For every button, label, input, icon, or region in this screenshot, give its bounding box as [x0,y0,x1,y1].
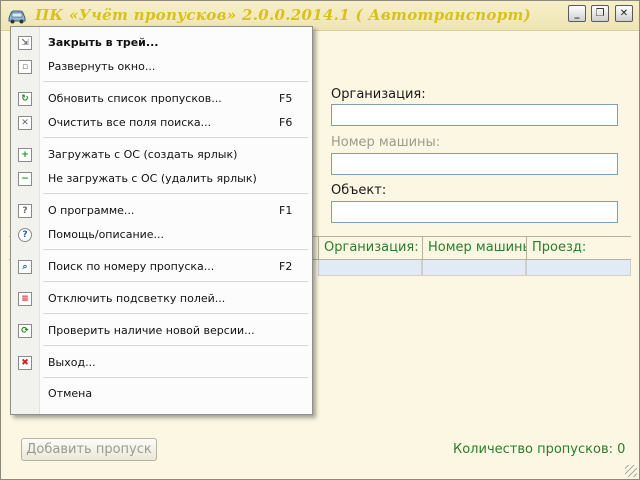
minimize-icon: _ [574,7,580,19]
menu-item-label: О программе... [48,204,135,217]
menu-item-help[interactable]: ? Помощь/описание... [11,224,312,246]
remove-autostart-icon: − [18,172,32,186]
menu-item-label: Помощь/описание... [48,228,165,241]
clear-icon: ✕ [18,116,32,130]
minimize-button[interactable]: _ [568,5,586,22]
organization-field[interactable] [331,104,618,126]
menu-separator [43,377,308,378]
menu-separator [43,193,308,194]
context-menu: ⇲ Закрыть в трей... ▫ Развернуть окно...… [10,26,313,415]
menu-item-label: Отключить подсветку полей... [48,292,226,305]
menu-item-about[interactable]: ? О программе... F1 [11,200,312,222]
menu-item-minimize-to-tray[interactable]: ⇲ Закрыть в трей... [11,32,312,54]
menu-item-disable-autostart[interactable]: − Не загружать с ОС (удалить ярлык) [11,168,312,190]
add-autostart-icon: + [18,148,32,162]
update-check-icon: ⟳ [18,324,32,338]
maximize-button[interactable]: ❐ [591,5,609,22]
column-header-organization[interactable]: Организация: [318,237,422,260]
menu-item-search-pass[interactable]: ⌕ Поиск по номеру пропуска... F2 [11,256,312,278]
pass-count-label: Количество пропусков: 0 [453,442,626,457]
refresh-icon: ↻ [18,92,32,106]
menu-item-shortcut: F6 [279,116,293,129]
organization-label: Организация: [331,87,426,102]
menu-separator [43,137,308,138]
menu-item-label: Выход... [48,356,96,369]
menu-item-enable-autostart[interactable]: + Загружать с ОС (создать ярлык) [11,144,312,166]
menu-item-label: Закрыть в трей... [48,36,159,49]
menu-item-refresh[interactable]: ↻ Обновить список пропусков... F5 [11,88,312,110]
menu-separator [43,281,308,282]
menu-separator [43,313,308,314]
search-icon: ⌕ [18,260,32,274]
menu-item-shortcut: F1 [279,204,293,217]
menu-item-label: Отмена [48,387,93,400]
minimize-to-tray-icon: ⇲ [18,36,32,50]
menu-item-label: Проверить наличие новой версии... [48,324,255,337]
table-cell[interactable] [526,260,631,276]
restore-window-icon: ▫ [18,60,32,74]
menu-item-cancel[interactable]: Отмена [11,383,312,405]
object-label: Объект: [331,183,387,198]
car-number-field[interactable] [331,153,618,175]
menu-item-label: Обновить список пропусков... [48,92,222,105]
menu-item-label: Не загружать с ОС (удалить ярлык) [48,172,257,185]
table-cell[interactable] [318,260,422,276]
menu-item-shortcut: F2 [279,260,293,273]
menu-separator [43,81,308,82]
about-icon: ? [18,204,32,218]
exit-icon: ✖ [18,356,32,370]
menu-item-label: Развернуть окно... [48,60,156,73]
column-header-passage[interactable]: Проезд: [526,237,631,260]
window-title: ПК «Учёт пропусков» 2.0.0.2014.1 ( Автот… [35,6,532,24]
menu-item-label: Загружать с ОС (создать ярлык) [48,148,238,161]
column-header-car-number[interactable]: Номер машины: [422,237,526,260]
menu-item-exit[interactable]: ✖ Выход... [11,352,312,374]
menu-item-disable-highlight[interactable]: ≡ Отключить подсветку полей... [11,288,312,310]
close-icon: ✕ [619,7,629,19]
object-field[interactable] [331,201,618,223]
resize-grip[interactable] [625,465,637,477]
menu-separator [43,345,308,346]
highlight-off-icon: ≡ [18,292,32,306]
car-app-icon[interactable] [7,7,27,25]
menu-separator [43,249,308,250]
menu-item-clear-fields[interactable]: ✕ Очистить все поля поиска... F6 [11,112,312,134]
help-icon: ? [18,228,32,242]
car-number-label: Номер машины: [331,135,441,150]
menu-item-label: Поиск по номеру пропуска... [48,260,215,273]
menu-item-label: Очистить все поля поиска... [48,116,212,129]
menu-item-shortcut: F5 [279,92,293,105]
menu-item-check-update[interactable]: ⟳ Проверить наличие новой версии... [11,320,312,342]
add-pass-button[interactable]: Добавить пропуск [21,438,157,461]
close-button[interactable]: ✕ [615,5,633,22]
table-cell[interactable] [422,260,526,276]
menu-item-restore-window[interactable]: ▫ Развернуть окно... [11,56,312,78]
maximize-icon: ❐ [595,7,605,19]
